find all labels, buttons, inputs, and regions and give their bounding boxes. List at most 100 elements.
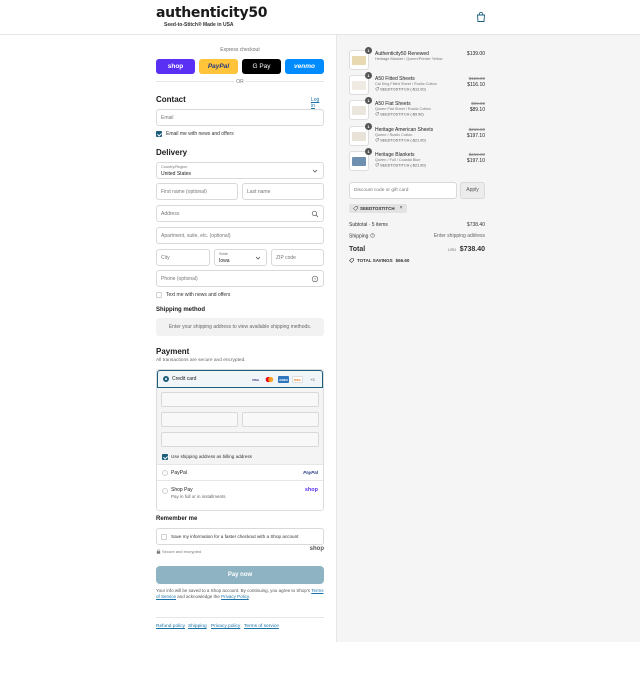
product-variant: Cal King Fitted Sheet / Rustic Cotton xyxy=(375,82,437,86)
chevron-down-icon xyxy=(312,169,318,173)
refund-policy-link[interactable]: Refund policy xyxy=(156,624,185,629)
billing-same-checkbox[interactable] xyxy=(162,454,168,460)
product-price: $139.00 xyxy=(466,51,485,57)
lock-icon xyxy=(156,549,161,554)
name-on-card-field[interactable] xyxy=(161,432,319,447)
original-price: $219.00 xyxy=(468,127,485,132)
contact-title: Contact xyxy=(156,95,186,104)
cart-item: 1 Heritage American Sheets Queen / Rustic … xyxy=(349,123,485,148)
phone-placeholder: Phone (optional) xyxy=(161,276,198,282)
applied-discount-tag: SEEDTOSTITCH × xyxy=(349,204,407,213)
tag-icon xyxy=(375,112,379,116)
shipping-label: Shipping xyxy=(349,233,369,240)
email-news-checkbox[interactable] xyxy=(156,131,162,137)
logo-tagline: Seed-to-Stitch® Made in USA xyxy=(164,22,234,28)
credit-card-radio[interactable] xyxy=(163,376,169,382)
fine-print: Your info will be saved to a Shop accoun… xyxy=(156,588,324,600)
shop-logo-icon: shop xyxy=(309,546,324,552)
discount-text: SEEDTOSTITCH (-$12.00) xyxy=(380,87,426,92)
subtotal-label: Subtotal · 5 items xyxy=(349,222,388,228)
save-info-option[interactable]: Save my information for a faster checkou… xyxy=(156,528,324,545)
cart-item: 1 Authenticity50 Renewed Heritage Blanket … xyxy=(349,47,485,72)
zip-field[interactable]: ZIP code xyxy=(271,249,324,266)
first-name-field[interactable]: First name (optional) xyxy=(156,183,238,200)
quantity-badge: 1 xyxy=(365,123,372,130)
or-label: OR xyxy=(234,79,246,85)
logo[interactable]: authenticity50 xyxy=(156,5,268,21)
product-image xyxy=(352,132,366,141)
last-name-field[interactable]: Last name xyxy=(242,183,324,200)
paypal-label: PayPal xyxy=(171,470,187,476)
privacy-policy-link[interactable]: Privacy Policy xyxy=(221,594,249,599)
state-select[interactable]: State Iowa xyxy=(214,249,267,266)
cart-item: 1 Heritage Blankets Queen / Full / Coastal… xyxy=(349,148,485,173)
quantity-badge: 1 xyxy=(365,47,372,54)
shipping-policy-link[interactable]: Shipping xyxy=(188,624,207,629)
country-select[interactable]: Country/Region United States xyxy=(156,162,324,179)
discount-text: SEEDTOSTITCH (-$21.90) xyxy=(380,163,426,168)
product-image xyxy=(352,157,366,166)
shipping-method-message: Enter your shipping address to view avai… xyxy=(156,318,324,336)
help-icon[interactable]: ? xyxy=(370,233,375,238)
first-name-placeholder: First name (optional) xyxy=(161,189,207,195)
discount-text: SEEDTOSTITCH (-$9.90) xyxy=(380,112,424,117)
discount-code-field[interactable]: Discount code or gift card xyxy=(349,182,457,199)
search-icon xyxy=(311,210,319,218)
security-code-field[interactable] xyxy=(242,412,319,427)
google-pay-button[interactable]: G Pay xyxy=(242,59,281,74)
product-discount: SEEDTOSTITCH (-$21.90) xyxy=(375,138,426,143)
paypal-option[interactable]: PayPal PayPal xyxy=(157,464,323,480)
payment-subtitle: All transactions are secure and encrypte… xyxy=(156,358,246,363)
discover-icon: DISC xyxy=(292,376,303,383)
delivery-title: Delivery xyxy=(156,148,188,157)
payment-title: Payment xyxy=(156,347,190,356)
venmo-button[interactable]: venmo xyxy=(285,59,324,74)
expiration-field[interactable] xyxy=(161,412,238,427)
zip-placeholder: ZIP code xyxy=(276,255,296,261)
apartment-field[interactable]: Apartment, suite, etc. (optional) xyxy=(156,227,324,244)
product-price: $197.10 xyxy=(466,158,485,164)
shop-pay-option[interactable]: Shop Pay Pay in full or in installments … xyxy=(157,480,323,510)
shop-pay-label: Shop Pay xyxy=(171,487,193,493)
email-field[interactable]: Email xyxy=(156,109,324,126)
shopping-bag-icon[interactable] xyxy=(475,11,487,23)
city-field[interactable]: City xyxy=(156,249,210,266)
terms-of-service-footer-link[interactable]: Terms of service xyxy=(244,624,279,629)
footer-divider xyxy=(156,617,324,618)
privacy-policy-footer-link[interactable]: Privacy policy xyxy=(211,624,240,629)
paypal-button[interactable]: PayPal xyxy=(199,59,238,74)
product-discount: SEEDTOSTITCH (-$21.90) xyxy=(375,163,426,168)
paypal-logo-icon: PayPal xyxy=(303,470,318,475)
total-savings-row: TOTAL SAVINGS $66.60 xyxy=(349,258,485,263)
quantity-badge: 1 xyxy=(365,97,372,104)
product-image xyxy=(352,56,366,65)
product-price: $89.10 xyxy=(469,107,485,113)
shop-pay-radio[interactable] xyxy=(162,488,168,494)
text-news-checkbox[interactable] xyxy=(156,292,162,298)
apply-discount-button[interactable]: Apply xyxy=(460,182,485,199)
address-placeholder: Address xyxy=(161,211,180,217)
product-variant: Queen Flat Sheet / Rustic Cotton xyxy=(375,107,431,111)
tag-icon xyxy=(353,206,358,211)
chevron-down-icon xyxy=(255,256,261,260)
card-number-field[interactable] xyxy=(161,392,319,407)
email-placeholder: Email xyxy=(161,115,174,121)
fine-print-end: . xyxy=(248,594,251,599)
product-price: $116.10 xyxy=(467,82,485,88)
login-link[interactable]: Log in xyxy=(311,97,324,109)
paypal-radio[interactable] xyxy=(162,470,168,476)
header: authenticity50 Seed-to-Stitch® Made in U… xyxy=(0,0,640,35)
address-field[interactable]: Address xyxy=(156,205,324,222)
phone-field[interactable]: Phone (optional) ? xyxy=(156,270,324,287)
shop-pay-button[interactable]: shop xyxy=(156,59,195,74)
help-icon[interactable]: ? xyxy=(311,275,319,283)
discount-code-placeholder: Discount code or gift card xyxy=(354,188,409,193)
applied-discount-code: SEEDTOSTITCH xyxy=(360,206,395,211)
total-row: Total USD $738.40 xyxy=(349,246,485,258)
country-value: United States xyxy=(161,171,192,177)
pay-now-button[interactable]: Pay now xyxy=(156,566,324,584)
save-info-checkbox[interactable] xyxy=(161,534,167,540)
remove-discount-icon[interactable]: × xyxy=(400,204,403,213)
credit-card-option[interactable]: Credit card VISA AMEX DISC +3 xyxy=(157,370,323,388)
subtotal-value: $738.40 xyxy=(466,222,485,228)
